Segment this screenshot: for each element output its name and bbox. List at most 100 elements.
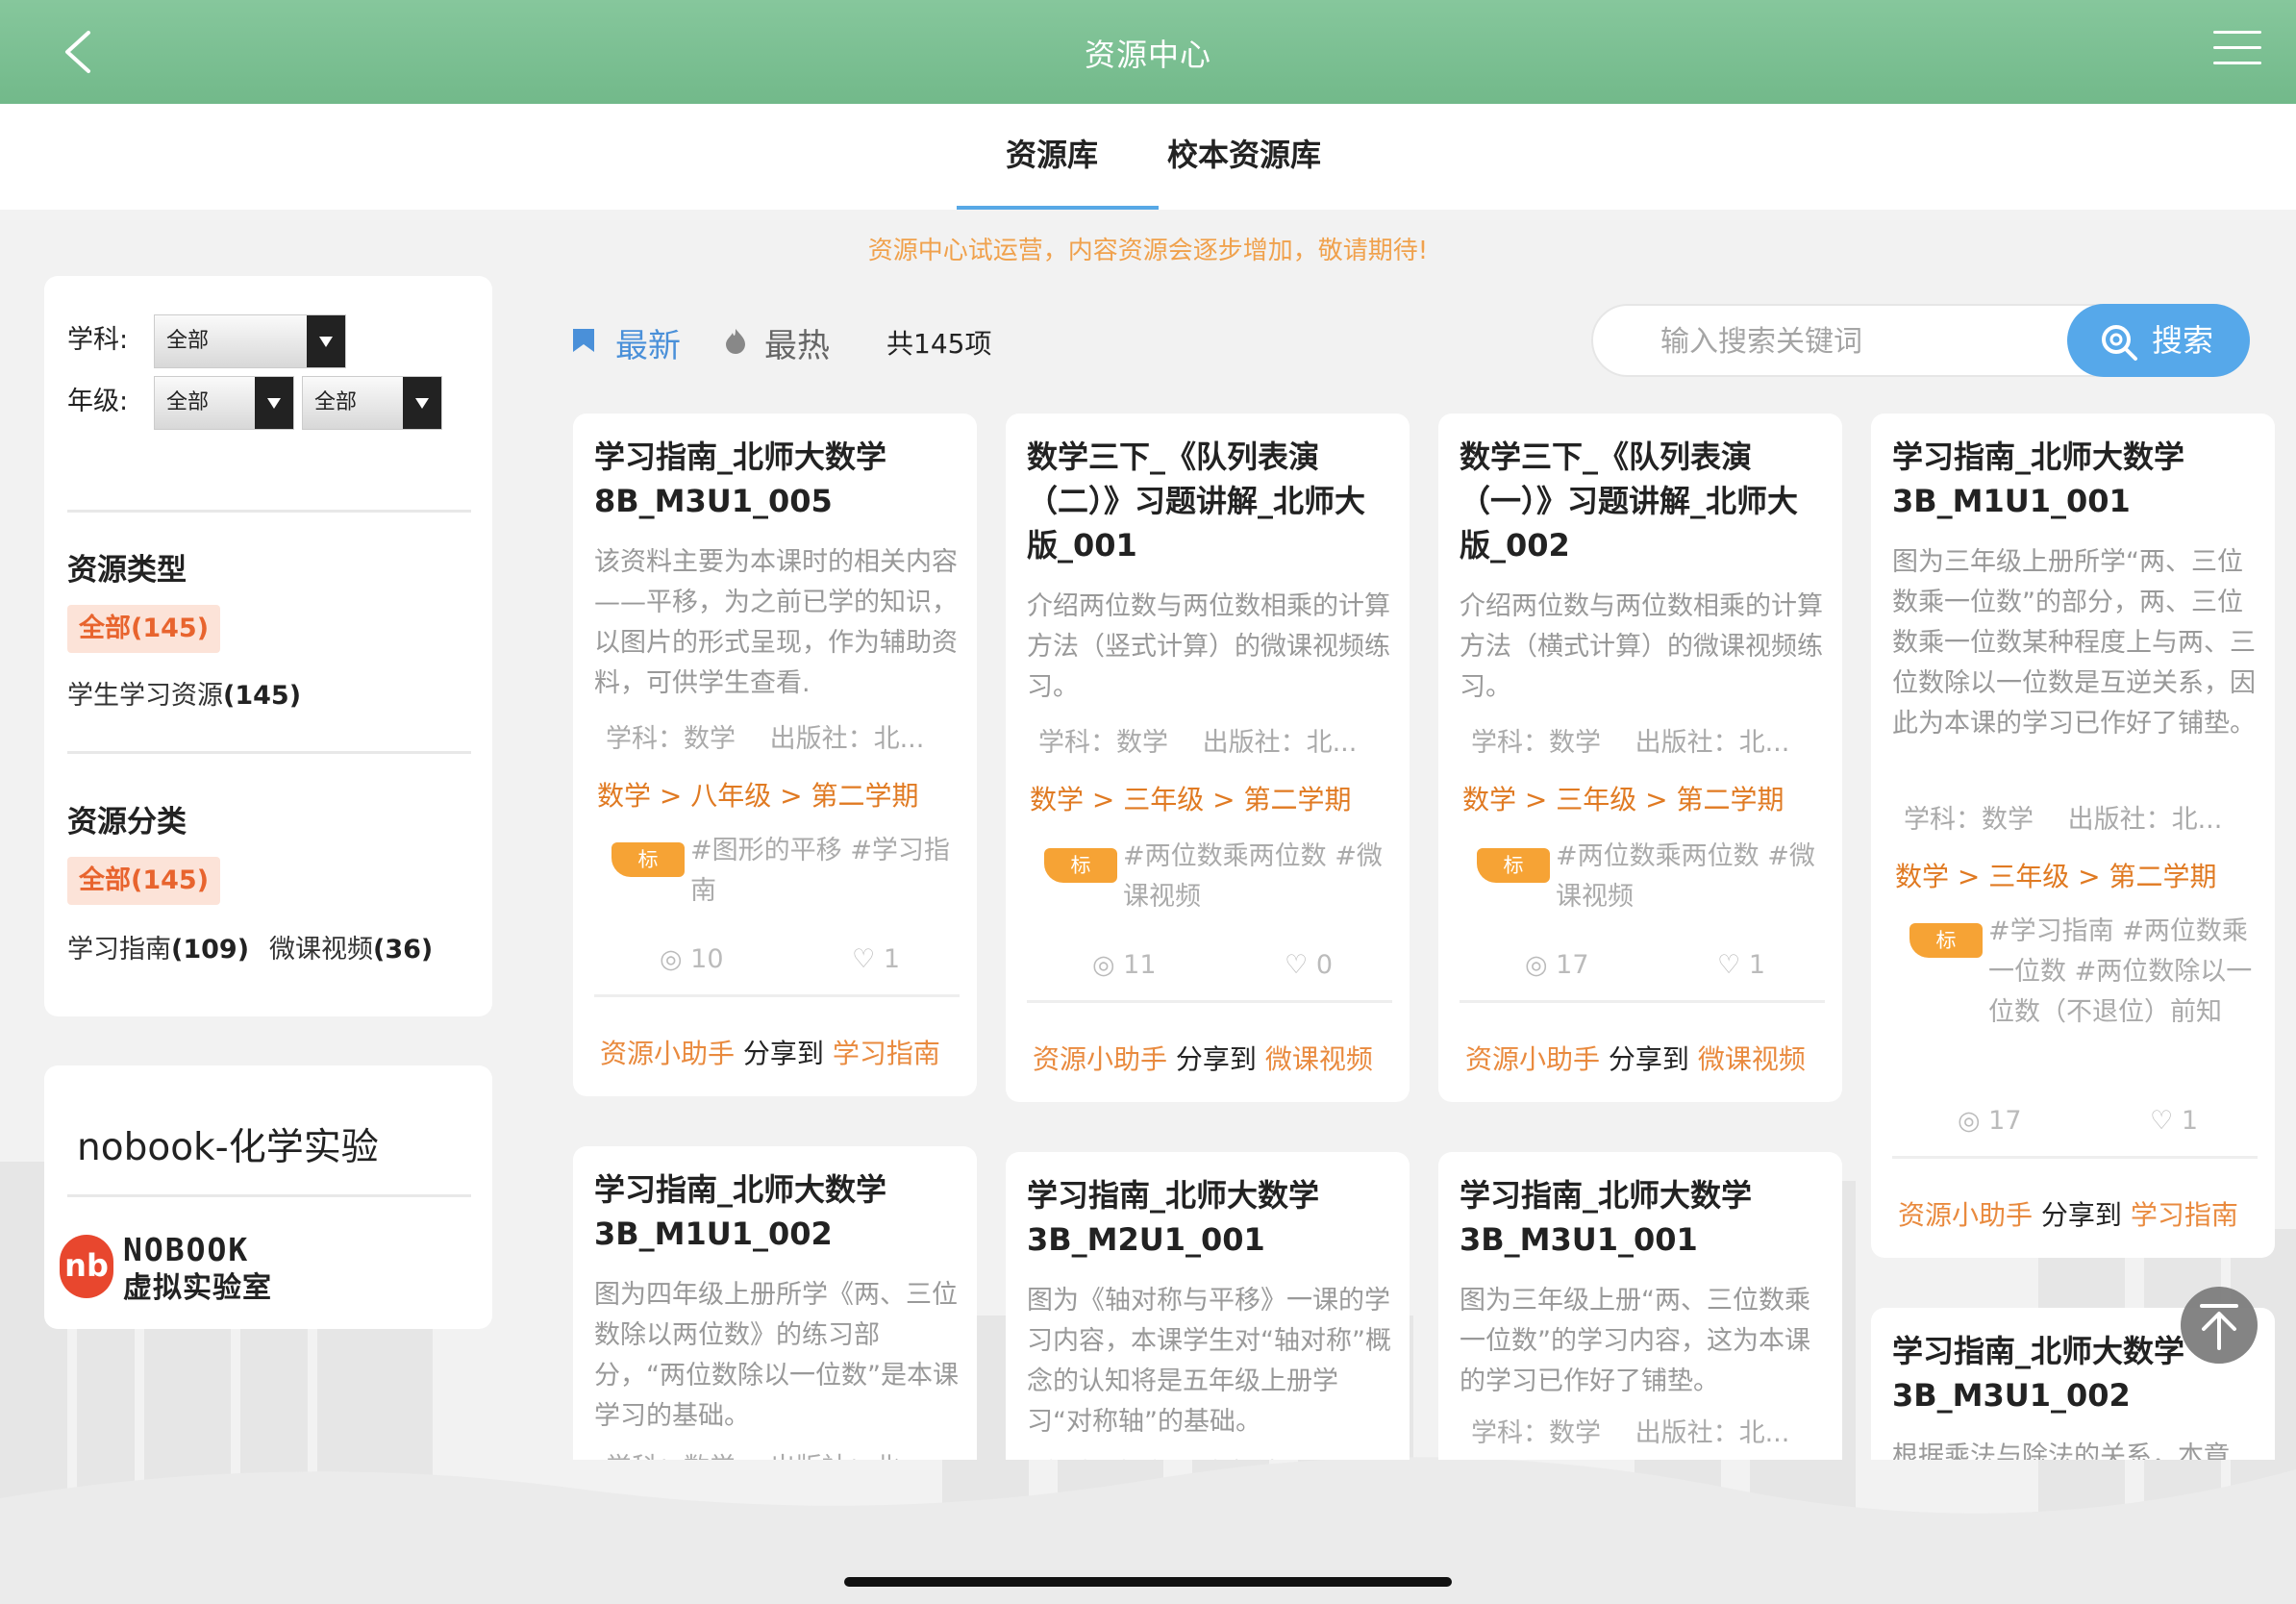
card-tags: #两位数乘两位数 #微课视频	[1556, 841, 1815, 912]
promo-title: nobook-化学实验	[77, 1126, 379, 1169]
category-video-label: 微课视频	[269, 935, 373, 965]
card-footer-share: 分享到	[1608, 1043, 1689, 1075]
card-footer-author: 资源小助手	[1898, 1199, 2034, 1231]
resource-type-title: 资源类型	[67, 553, 187, 588]
card-tags: #图形的平移 #学习指南	[690, 836, 950, 906]
result-count: 共145项	[886, 328, 992, 360]
card-tag-badge: 标	[1909, 923, 1983, 958]
card-title: 数学三下_《队列表演（二）》习题讲解_北师大版_001	[1027, 439, 1366, 564]
card-tag-badge: 标	[1044, 848, 1117, 883]
heart-icon: ♡	[852, 944, 876, 974]
hamburger-menu-icon[interactable]	[2213, 31, 2261, 69]
card-likes[interactable]: ♡ 1	[2150, 1106, 2198, 1136]
card-likes-count: 1	[883, 944, 900, 974]
flame-icon	[726, 329, 745, 354]
card-likes[interactable]: ♡ 1	[852, 944, 900, 974]
resource-type-student[interactable]: 学生学习资源(145)	[67, 674, 301, 712]
bookmark-flag-icon	[573, 329, 594, 352]
subject-select[interactable]: 全部	[154, 314, 346, 368]
resource-type-student-count: (145)	[223, 681, 302, 711]
tab-school-resource-library[interactable]: 校本资源库	[1167, 131, 1321, 175]
card-views-count: 17	[1988, 1106, 2022, 1136]
search-icon	[2102, 325, 2137, 361]
card-likes-count: 1	[2181, 1106, 2198, 1136]
card-tags: #两位数乘两位数 #微课视频	[1123, 841, 1383, 912]
divider	[67, 751, 471, 754]
nobook-logo: nb	[60, 1235, 113, 1298]
top-navigation-bar: 资源中心	[0, 0, 2296, 104]
card-description: 该资料主要为本课时的相关内容——平移，为之前已学的知识，以图片的形式呈现，作为辅…	[594, 547, 958, 698]
subject-select-value: 全部	[166, 329, 210, 353]
divider	[67, 510, 471, 513]
resource-card[interactable]: 学习指南_北师大数学3B_M1U1_001 图为三年级上册所学“两、三位数乘一位…	[1871, 414, 2275, 1258]
card-views: ◎ 10	[660, 944, 724, 974]
resource-card[interactable]: 数学三下_《队列表演（一）》习题讲解_北师大版_002 介绍两位数与两位数相乘的…	[1438, 414, 1842, 1102]
resource-type-all[interactable]: 全部(145)	[67, 605, 221, 653]
resource-card[interactable]: 学习指南_北师大数学8B_M3U1_005 该资料主要为本课时的相关内容——平移…	[573, 414, 977, 1096]
card-breadcrumb[interactable]: 数学 > 八年级 > 第二学期	[597, 775, 919, 814]
card-description: 图为三年级上册所学“两、三位数乘一位数”的部分，两、三位数乘一位数某种程度上与两…	[1892, 547, 2256, 739]
eye-icon: ◎	[1092, 950, 1115, 980]
divider	[1460, 1000, 1825, 1003]
resource-card[interactable]: 学习指南_北师大数学3B_M3U1_001 图为三年级上册“两、三位数乘一位数”…	[1438, 1152, 1842, 1460]
filter-panel: 学科: 全部 年级: 全部 全部 资源类型 全部(145) 学生学习资源(145…	[44, 276, 492, 1016]
card-likes[interactable]: ♡ 1	[1717, 950, 1765, 980]
divider	[67, 1194, 471, 1197]
card-tag-badge: 标	[611, 842, 685, 877]
divider	[594, 994, 960, 997]
card-title: 学习指南_北师大数学3B_M3U1_001	[1460, 1177, 1753, 1258]
card-views-count: 10	[690, 944, 724, 974]
card-breadcrumb[interactable]: 数学 > 三年级 > 第二学期	[1030, 779, 1352, 817]
card-footer-author: 资源小助手	[1033, 1043, 1168, 1075]
nobook-logo-subtext: 虚拟实验室	[123, 1271, 272, 1305]
card-footer-author: 资源小助手	[1465, 1043, 1601, 1075]
active-tab-indicator	[957, 206, 1159, 210]
category-guide[interactable]: 学习指南(109)	[67, 928, 249, 965]
card-title: 学习指南_北师大数学3B_M1U1_002	[594, 1171, 887, 1252]
sort-newest[interactable]: 最新	[615, 319, 681, 366]
card-description: 图为四年级上册所学《两、三位数除以两位数》的练习部分，“两位数除以一位数”是本课…	[594, 1280, 959, 1431]
card-meta: 学科：数学 出版社：北...	[1471, 728, 1790, 758]
search-button-label: 搜索	[2152, 322, 2214, 359]
card-footer-author: 资源小助手	[600, 1038, 736, 1069]
resource-type-student-label: 学生学习资源	[67, 681, 223, 711]
term-select[interactable]: 全部	[302, 376, 442, 430]
home-indicator	[844, 1577, 1452, 1587]
card-meta: 学科：数学 出版社：北...	[606, 724, 925, 754]
tab-resource-library[interactable]: 资源库	[1006, 131, 1098, 175]
eye-icon: ◎	[1525, 950, 1548, 980]
card-views: ◎ 11	[1092, 950, 1157, 980]
subject-label: 学科:	[67, 325, 129, 355]
category-guide-label: 学习指南	[67, 935, 171, 965]
card-footer-share: 分享到	[2040, 1199, 2122, 1231]
back-to-top-icon[interactable]	[2181, 1287, 2258, 1364]
card-meta: 学科：数学 出版社：北...	[1038, 1452, 1394, 1460]
card-likes-count: 0	[1315, 950, 1333, 980]
grade-label: 年级:	[67, 387, 129, 416]
search-input[interactable]	[1660, 317, 2093, 365]
resource-card[interactable]: 数学三下_《队列表演（二）》习题讲解_北师大版_001 介绍两位数与两位数相乘的…	[1006, 414, 1410, 1102]
card-title: 学习指南_北师大数学8B_M3U1_005	[594, 439, 887, 519]
eye-icon: ◎	[660, 944, 683, 974]
dropdown-arrow-icon	[403, 377, 441, 429]
card-footer-category: 微课视频	[1697, 1043, 1806, 1075]
sort-hottest[interactable]: 最热	[764, 319, 830, 366]
card-likes[interactable]: ♡ 0	[1285, 950, 1333, 980]
category-all[interactable]: 全部(145)	[67, 857, 221, 905]
grade-select-value: 全部	[166, 390, 210, 414]
resource-card[interactable]: 学习指南_北师大数学3B_M2U1_001 图为《轴对称与平移》一课的学习内容，…	[1006, 1152, 1410, 1460]
nobook-promo-card[interactable]: nobook-化学实验 nb NOBOOK 虚拟实验室	[44, 1065, 492, 1329]
card-description: 介绍两位数与两位数相乘的计算方法（横式计算）的微课视频练习。	[1460, 591, 1823, 702]
card-breadcrumb[interactable]: 数学 > 三年级 > 第二学期	[1895, 856, 2217, 894]
page-title: 资源中心	[1084, 37, 1211, 73]
card-meta: 学科：数学 出版社：北...	[1904, 805, 2223, 835]
card-breadcrumb[interactable]: 数学 > 三年级 > 第二学期	[1462, 779, 1784, 817]
category-video[interactable]: 微课视频(36)	[269, 928, 433, 965]
divider	[1892, 1156, 2258, 1159]
resource-card[interactable]: 学习指南_北师大数学3B_M1U1_002 图为四年级上册所学《两、三位数除以两…	[573, 1146, 977, 1460]
grade-select[interactable]: 全部	[154, 376, 294, 430]
heart-icon: ♡	[2150, 1106, 2174, 1136]
card-title: 学习指南_北师大数学3B_M2U1_001	[1027, 1177, 1320, 1258]
trial-notice: 资源中心试运营，内容资源会逐步增加，敬请期待!	[867, 237, 1429, 265]
search-button[interactable]: 搜索	[2067, 304, 2250, 377]
